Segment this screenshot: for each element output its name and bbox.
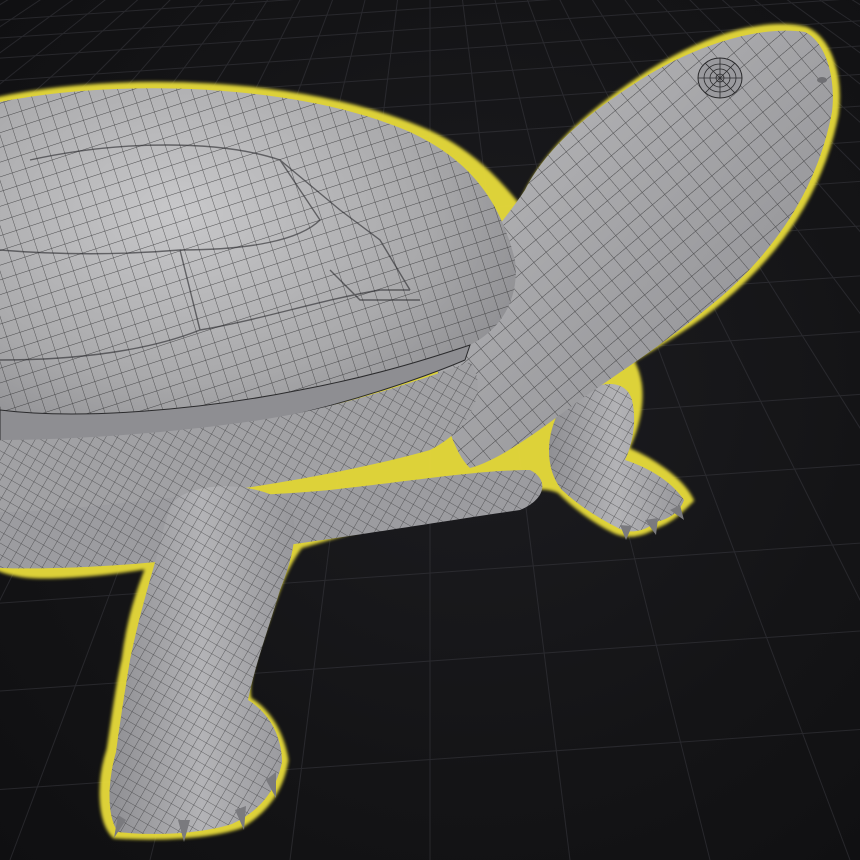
3d-viewport[interactable]: [0, 0, 860, 860]
turtle-mesh[interactable]: [0, 24, 840, 842]
nostril: [817, 77, 827, 83]
viewport-canvas[interactable]: [0, 0, 860, 860]
